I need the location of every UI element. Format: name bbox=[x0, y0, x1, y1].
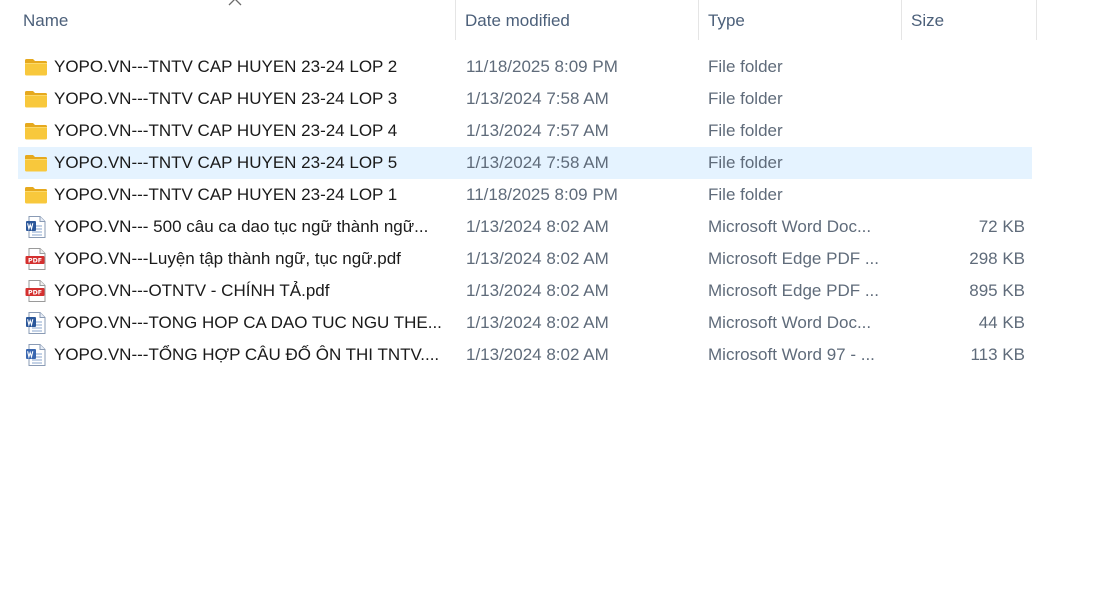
file-size: 44 KB bbox=[978, 313, 1025, 332]
file-name: YOPO.VN---TNTV CAP HUYEN 23-24 LOP 3 bbox=[54, 89, 398, 108]
file-name: YOPO.VN---TNTV CAP HUYEN 23-24 LOP 2 bbox=[54, 57, 398, 76]
column-header-type[interactable]: Type bbox=[699, 0, 902, 40]
folder-row[interactable]: YOPO.VN---TNTV CAP HUYEN 23-24 LOP 5 1/13… bbox=[18, 147, 1032, 179]
file-size bbox=[898, 147, 1025, 179]
file-name: YOPO.VN---TNTV CAP HUYEN 23-24 LOP 1 bbox=[54, 185, 398, 204]
file-row[interactable]: YOPO.VN--- 500 câu ca dao tục ngữ thành … bbox=[18, 211, 1032, 243]
date-modified: 1/13/2024 7:58 AM bbox=[466, 89, 609, 108]
file-type: File folder bbox=[708, 153, 783, 172]
file-size: 72 KB bbox=[978, 217, 1025, 236]
date-modified: 1/13/2024 7:58 AM bbox=[466, 153, 609, 172]
file-size bbox=[898, 179, 1025, 211]
column-header-date-modified[interactable]: Date modified bbox=[456, 0, 699, 40]
file-type: File folder bbox=[708, 185, 783, 204]
file-name: YOPO.VN---TONG HOP CA DAO TUC NGU THE... bbox=[54, 313, 442, 332]
file-type: Microsoft Edge PDF ... bbox=[708, 249, 879, 268]
folder-row[interactable]: YOPO.VN---TNTV CAP HUYEN 23-24 LOP 1 11/1… bbox=[18, 179, 1032, 211]
date-modified: 1/13/2024 8:02 AM bbox=[466, 217, 609, 236]
file-name: YOPO.VN---TNTV CAP HUYEN 23-24 LOP 5 bbox=[54, 153, 398, 172]
file-type: Microsoft Word Doc... bbox=[708, 313, 872, 332]
word-doc-icon bbox=[24, 307, 48, 339]
word-doc-icon bbox=[24, 211, 48, 243]
file-name: YOPO.VN--- 500 câu ca dao tục ngữ thành … bbox=[54, 217, 429, 236]
file-size: 113 KB bbox=[970, 345, 1025, 364]
date-modified: 1/13/2024 8:02 AM bbox=[466, 249, 609, 268]
file-type: Microsoft Edge PDF ... bbox=[708, 281, 879, 300]
file-size bbox=[898, 51, 1025, 83]
column-header-bar: Name Date modified Type Size bbox=[0, 0, 1037, 40]
sort-ascending-icon bbox=[228, 0, 242, 6]
date-modified: 1/13/2024 7:57 AM bbox=[466, 121, 609, 140]
pdf-icon: PDF bbox=[24, 243, 48, 275]
date-modified: 1/13/2024 8:02 AM bbox=[466, 313, 609, 332]
svg-text:PDF: PDF bbox=[28, 290, 42, 297]
file-size bbox=[898, 115, 1025, 147]
file-type: Microsoft Word 97 - ... bbox=[708, 345, 875, 364]
folder-row[interactable]: YOPO.VN---TNTV CAP HUYEN 23-24 LOP 3 1/13… bbox=[18, 83, 1032, 115]
file-type: File folder bbox=[708, 121, 783, 140]
date-modified: 1/13/2024 8:02 AM bbox=[466, 281, 609, 300]
folder-row[interactable]: YOPO.VN---TNTV CAP HUYEN 23-24 LOP 4 1/13… bbox=[18, 115, 1032, 147]
file-list: YOPO.VN---TNTV CAP HUYEN 23-24 LOP 2 11/1… bbox=[18, 51, 1032, 371]
file-row[interactable]: YOPO.VN---TỔNG HỢP CÂU ĐỐ ÔN THI TNTV...… bbox=[18, 339, 1032, 371]
file-name: YOPO.VN---TỔNG HỢP CÂU ĐỐ ÔN THI TNTV...… bbox=[54, 345, 440, 364]
folder-icon bbox=[24, 83, 48, 115]
folder-icon bbox=[24, 115, 48, 147]
folder-row[interactable]: YOPO.VN---TNTV CAP HUYEN 23-24 LOP 2 11/1… bbox=[18, 51, 1032, 83]
file-type: Microsoft Word Doc... bbox=[708, 217, 872, 236]
file-row[interactable]: PDF YOPO.VN---Luyện tập thành ngữ, tục n… bbox=[18, 243, 1032, 275]
file-name: YOPO.VN---OTNTV - CHÍNH TẢ.pdf bbox=[54, 281, 330, 300]
pdf-icon: PDF bbox=[24, 275, 48, 307]
column-header-size[interactable]: Size bbox=[902, 0, 1037, 40]
word97-doc-icon bbox=[24, 339, 48, 371]
svg-text:PDF: PDF bbox=[28, 258, 42, 265]
file-name: YOPO.VN---TNTV CAP HUYEN 23-24 LOP 4 bbox=[54, 121, 398, 140]
file-explorer: Name Date modified Type Size YOPO.VN---T… bbox=[0, 0, 1093, 598]
folder-icon bbox=[24, 179, 48, 211]
date-modified: 11/18/2025 8:09 PM bbox=[466, 57, 618, 76]
file-size: 895 KB bbox=[969, 281, 1025, 300]
file-name: YOPO.VN---Luyện tập thành ngữ, tục ngữ.p… bbox=[54, 249, 401, 268]
file-row[interactable]: PDF YOPO.VN---OTNTV - CHÍNH TẢ.pdf 1/13/2… bbox=[18, 275, 1032, 307]
file-row[interactable]: YOPO.VN---TONG HOP CA DAO TUC NGU THE...… bbox=[18, 307, 1032, 339]
date-modified: 1/13/2024 8:02 AM bbox=[466, 345, 609, 364]
file-size: 298 KB bbox=[969, 249, 1025, 268]
folder-icon bbox=[24, 147, 48, 179]
file-size bbox=[898, 83, 1025, 115]
folder-icon bbox=[24, 51, 48, 83]
file-type: File folder bbox=[708, 57, 783, 76]
date-modified: 11/18/2025 8:09 PM bbox=[466, 185, 618, 204]
file-type: File folder bbox=[708, 89, 783, 108]
